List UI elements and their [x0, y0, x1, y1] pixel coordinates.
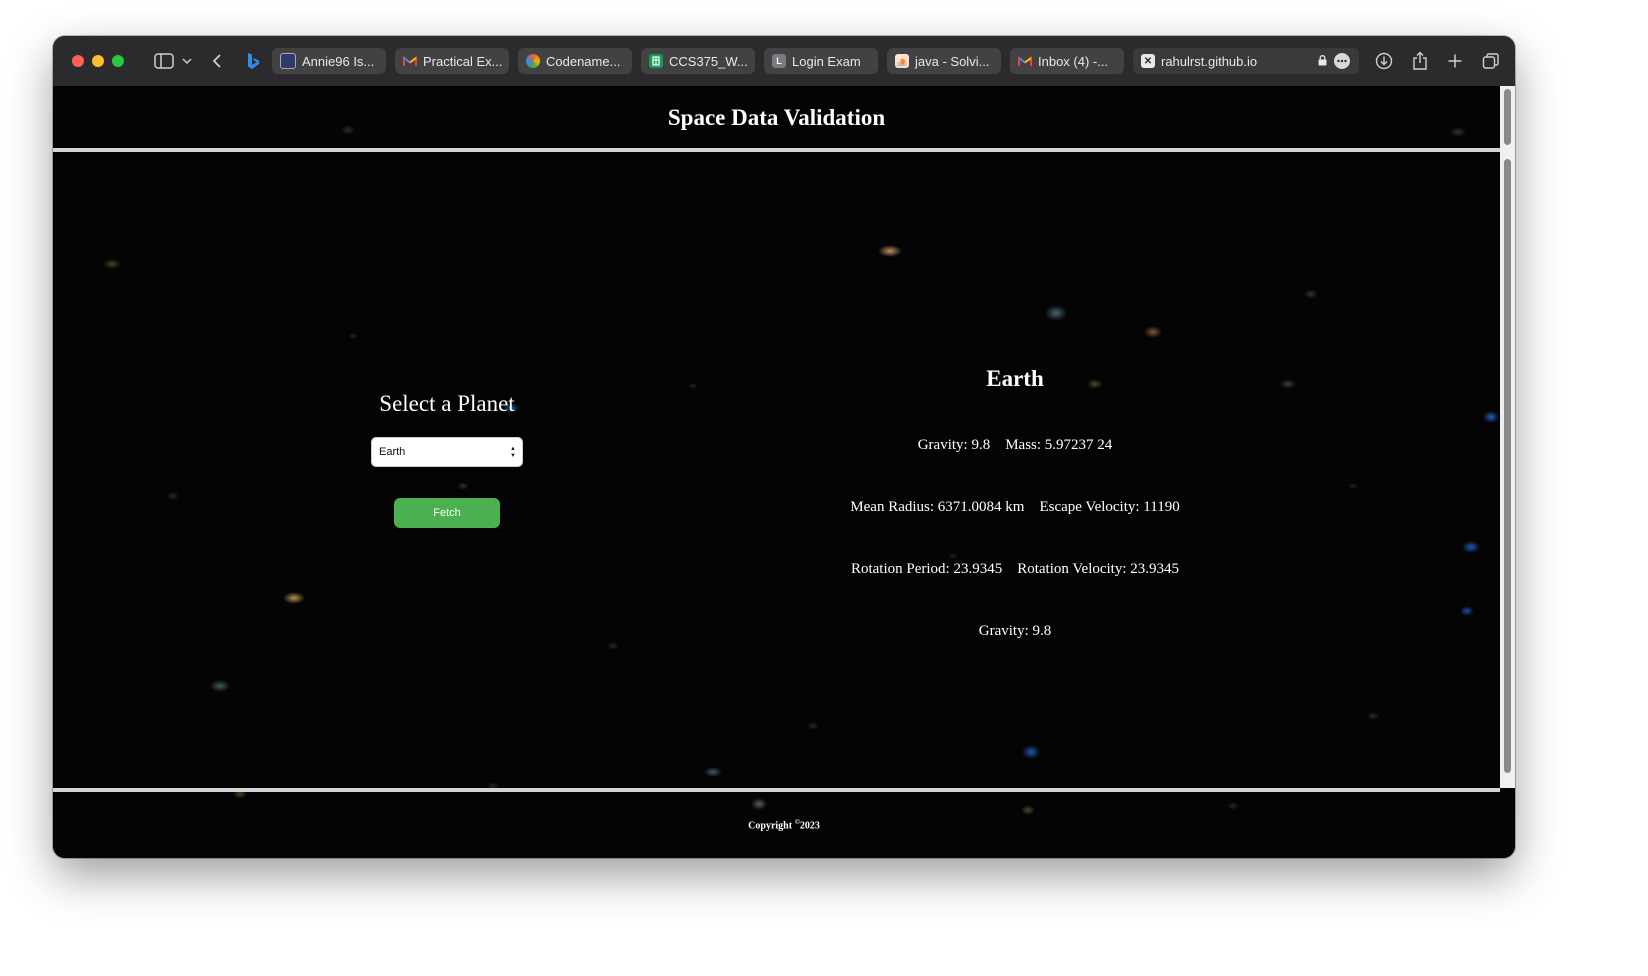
header-divider	[53, 148, 1500, 152]
copyright-text: Copyright ©2023	[748, 818, 820, 831]
site-title: Space Data Validation	[667, 105, 886, 130]
tab-label: Inbox (4) -...	[1038, 53, 1109, 69]
fetch-button[interactable]: Fetch	[394, 498, 500, 528]
escape-velocity-value: Escape Velocity: 11190	[1039, 499, 1180, 515]
sidebar-toggle-icon[interactable]	[154, 48, 174, 74]
browser-window: Annie96 Is... Practical Ex... Codename..…	[53, 36, 1515, 858]
page-viewport: Space Data Validation Select a Planet Ea…	[53, 86, 1515, 858]
close-window-button[interactable]	[72, 55, 84, 67]
rotation-period-value: Rotation Period: 23.9345	[850, 561, 1003, 577]
tab-label: Login Exam	[792, 53, 861, 69]
gravity-value: Gravity: 9.8	[917, 437, 991, 453]
tab-overview-icon[interactable]	[1482, 48, 1500, 74]
planet-dropdown-value: Earth	[379, 446, 406, 458]
site-header: Space Data Validation	[53, 86, 1500, 148]
sheets-favicon-icon	[649, 54, 663, 68]
rotation-velocity-value: Rotation Velocity: 23.9345	[1017, 561, 1180, 577]
select-planet-heading: Select a Planet	[379, 391, 515, 416]
tab-4[interactable]: L Login Exam	[764, 48, 878, 74]
codename-favicon-icon	[526, 54, 540, 68]
share-icon[interactable]	[1412, 48, 1428, 74]
planet-name-heading: Earth	[986, 366, 1044, 391]
tab-url-label: rahulrst.github.io	[1161, 53, 1258, 69]
document-favicon-icon	[280, 53, 296, 69]
gmail-favicon-icon	[403, 54, 417, 68]
tab-5[interactable]: java - Solvi...	[887, 48, 1001, 74]
site-footer: Copyright ©2023	[53, 792, 1515, 858]
tab-1[interactable]: Practical Ex...	[395, 48, 509, 74]
tab-strip: Annie96 Is... Practical Ex... Codename..…	[272, 48, 1359, 74]
stackoverflow-favicon-icon	[895, 54, 909, 68]
tab-label: java - Solvi...	[915, 53, 990, 69]
tab-active[interactable]: ✕ rahulrst.github.io	[1133, 48, 1359, 74]
details-row-radius-escape: Mean Radius: 6371.0084 km Escape Velocit…	[850, 499, 1179, 516]
more-options-icon[interactable]	[1333, 52, 1351, 70]
chevron-down-icon[interactable]	[182, 48, 192, 74]
page-scrollbar[interactable]	[1500, 86, 1515, 788]
new-tab-plus-icon[interactable]	[1447, 48, 1463, 74]
download-icon[interactable]	[1375, 48, 1393, 74]
tab-label: Practical Ex...	[423, 53, 503, 69]
mass-value: Mass: 5.97237 24	[1005, 437, 1113, 453]
bing-icon[interactable]	[246, 48, 260, 74]
browser-toolbar: Annie96 Is... Practical Ex... Codename..…	[53, 36, 1515, 86]
tab-6[interactable]: Inbox (4) -...	[1010, 48, 1124, 74]
tab-2[interactable]: Codename...	[518, 48, 632, 74]
details-row-gravity-repeat: Gravity: 9.8	[979, 623, 1052, 640]
minimize-window-button[interactable]	[92, 55, 104, 67]
select-arrows-icon: ▲ ▼	[510, 445, 516, 459]
copyright-year: 2023	[799, 820, 820, 832]
details-row-rotation: Rotation Period: 23.9345 Rotation Veloci…	[851, 561, 1179, 578]
tab-label: CCS375_W...	[669, 53, 748, 69]
scrollbar-thumb-main[interactable]	[1504, 159, 1511, 773]
lock-icon	[1318, 54, 1327, 69]
scrollbar-thumb-header[interactable]	[1504, 89, 1511, 145]
maximize-window-button[interactable]	[112, 55, 124, 67]
tab-0[interactable]: Annie96 Is...	[272, 48, 386, 74]
tab-label: Codename...	[546, 53, 621, 69]
copyright-word: Copyright	[748, 820, 795, 832]
tab-label: Annie96 Is...	[302, 53, 375, 69]
window-controls	[72, 55, 124, 67]
planet-details: Earth Gravity: 9.8 Mass: 5.97237 24 Mean…	[773, 366, 1257, 640]
back-arrow-icon[interactable]	[212, 48, 222, 74]
tab-3[interactable]: CCS375_W...	[641, 48, 755, 74]
close-x-favicon-icon: ✕	[1141, 54, 1155, 68]
planet-dropdown[interactable]: Earth ▲ ▼	[371, 437, 523, 467]
gravity-repeat-value: Gravity: 9.8	[978, 623, 1052, 639]
letter-l-favicon-icon: L	[772, 54, 786, 68]
mean-radius-value: Mean Radius: 6371.0084 km	[850, 499, 1025, 515]
toolbar-actions	[1375, 48, 1500, 74]
planet-selector-panel: Select a Planet Earth ▲ ▼ Fetch	[371, 391, 523, 528]
details-row-gravity-mass: Gravity: 9.8 Mass: 5.97237 24	[918, 437, 1113, 454]
gmail-favicon-icon	[1018, 54, 1032, 68]
